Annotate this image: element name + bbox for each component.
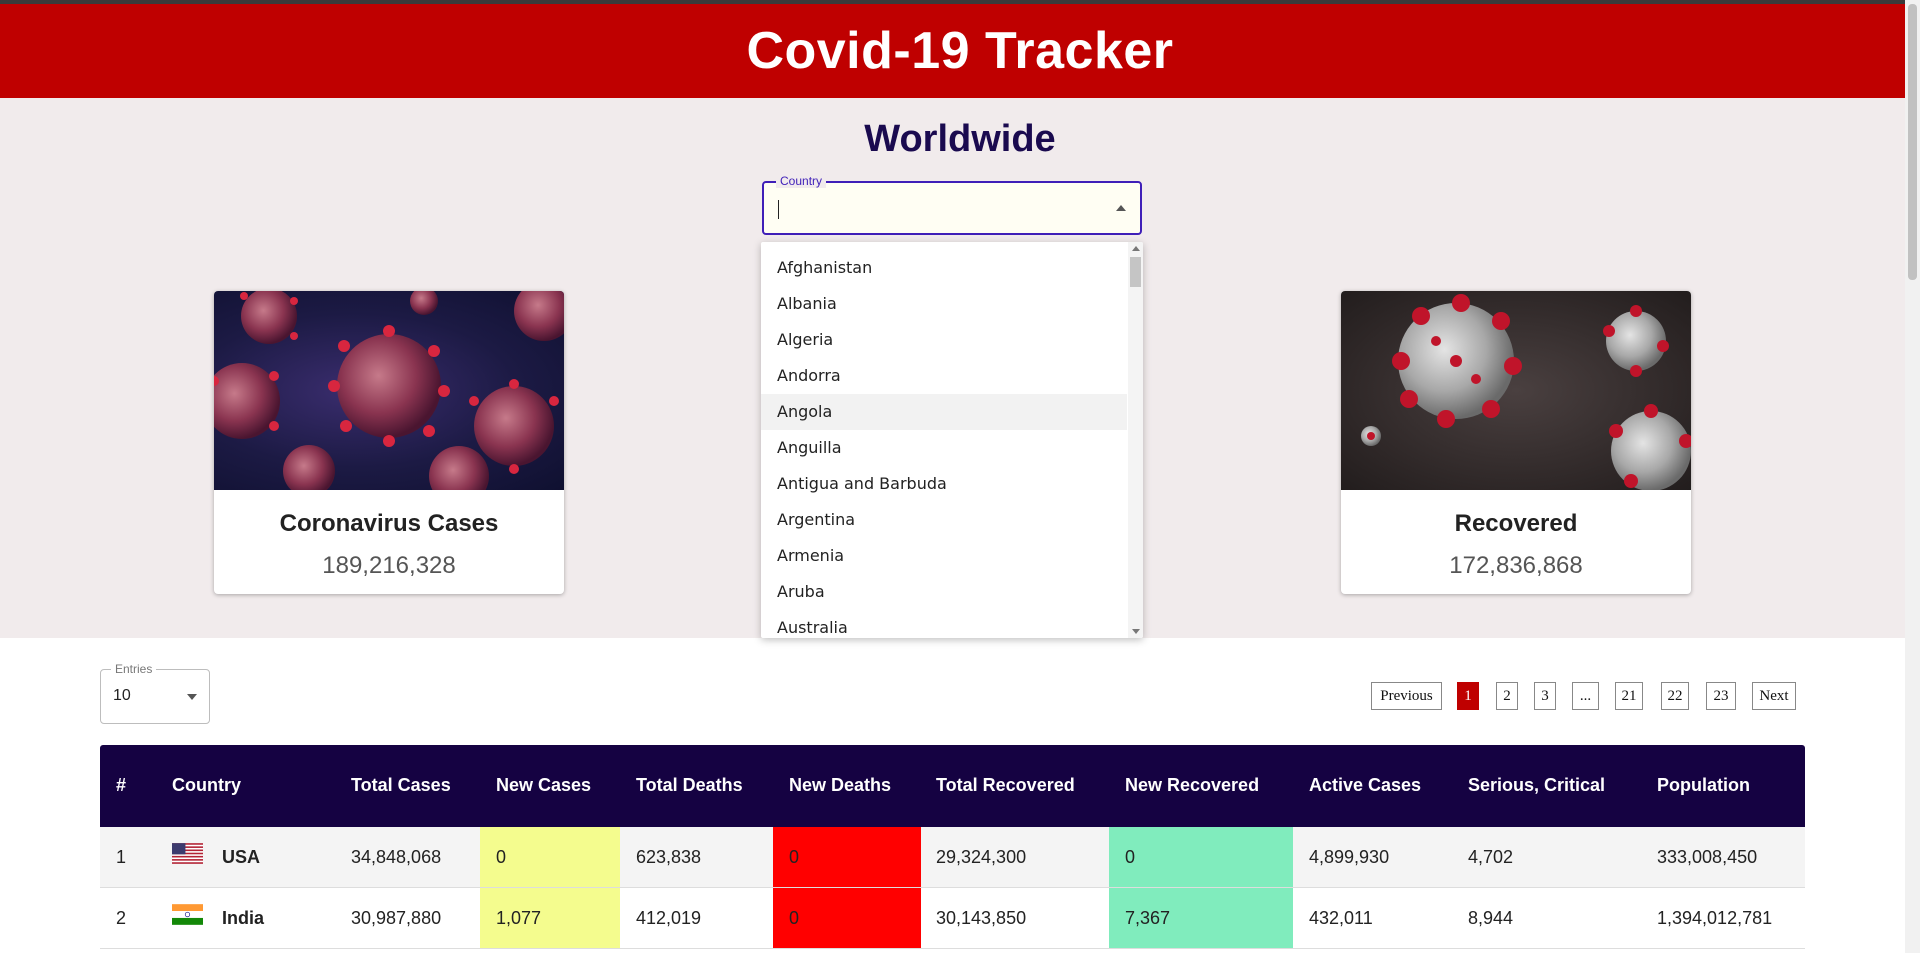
table-row: 2 India 30,987,880 1,077 412,019 0 30,14… (100, 888, 1805, 949)
rank-cell: 1 (116, 847, 127, 867)
cases-card-value: 189,216,328 (322, 552, 456, 579)
page-button-1[interactable]: 1 (1457, 682, 1479, 710)
country-option[interactable]: Afghanistan (761, 250, 1127, 286)
country-option[interactable]: Aruba (761, 574, 1127, 610)
coronavirus-cases-image (214, 291, 564, 490)
total-cases-cell: 34,848,068 (351, 847, 442, 867)
column-header-country[interactable]: Country (172, 775, 241, 796)
new-cases-cell: 1,077 (480, 888, 620, 948)
app-title: Covid-19 Tracker (746, 22, 1174, 80)
page-scrollbar[interactable] (1905, 0, 1920, 953)
page-scroll-thumb[interactable] (1908, 4, 1917, 280)
chevron-up-icon[interactable] (1116, 205, 1126, 211)
new-recovered-cell: 0 (1109, 827, 1293, 887)
active-cases-cell: 432,011 (1309, 908, 1373, 928)
page-button-3[interactable]: 3 (1534, 682, 1556, 710)
serious-critical-cell: 8,944 (1468, 908, 1514, 928)
page-button-2[interactable]: 2 (1496, 682, 1518, 710)
population-cell: 333,008,450 (1657, 847, 1758, 867)
text-cursor (778, 200, 779, 219)
recovered-card-value: 172,836,868 (1449, 552, 1583, 579)
virus-illustration (214, 291, 564, 490)
column-header-new-deaths[interactable]: New Deaths (789, 775, 891, 796)
dropdown-scroll-thumb[interactable] (1130, 257, 1141, 287)
country-option-hovered[interactable]: Angola (761, 394, 1127, 430)
recovered-card: Recovered 172,836,868 (1341, 291, 1691, 594)
column-header-serious-critical[interactable]: Serious, Critical (1468, 775, 1605, 796)
usa-flag-icon (172, 843, 203, 864)
entries-select[interactable]: Entries 10 (100, 662, 210, 724)
page-ellipsis[interactable]: ... (1572, 682, 1599, 710)
serious-critical-cell: 4,702 (1468, 847, 1514, 867)
new-deaths-cell: 0 (773, 888, 921, 948)
column-header-new-cases[interactable]: New Cases (496, 775, 591, 796)
page-button-22[interactable]: 22 (1661, 682, 1689, 710)
virus-illustration (1361, 294, 1691, 490)
country-autocomplete[interactable]: Country (762, 174, 1142, 235)
india-flag-icon (172, 904, 203, 925)
table-header: # Country Total Cases New Cases Total De… (100, 745, 1805, 827)
scroll-down-arrow-icon[interactable] (1132, 629, 1140, 634)
new-recovered-cell: 7,367 (1109, 888, 1293, 948)
total-deaths-cell: 623,838 (636, 847, 702, 867)
table-row: 1 USA 34,848,068 0 623,838 0 29,324,300 … (100, 827, 1805, 888)
column-header-active-cases[interactable]: Active Cases (1309, 775, 1421, 796)
entries-value: 10 (113, 687, 131, 704)
page-button-23[interactable]: 23 (1706, 682, 1736, 710)
country-dropdown: Afghanistan Albania Algeria Andorra Ango… (761, 242, 1143, 638)
new-cases-cell: 0 (480, 827, 620, 887)
cases-card-title: Coronavirus Cases (279, 510, 499, 537)
column-header-total-deaths[interactable]: Total Deaths (636, 775, 743, 796)
cases-card: Coronavirus Cases 189,216,328 (214, 291, 564, 594)
country-label: Country (776, 174, 827, 188)
total-recovered-cell: 29,324,300 (936, 847, 1027, 867)
active-cases-cell: 4,899,930 (1309, 847, 1390, 867)
column-header-total-recovered[interactable]: Total Recovered (936, 775, 1075, 796)
chevron-down-icon[interactable] (187, 694, 197, 700)
worldwide-title: Worldwide (864, 118, 1056, 160)
country-option[interactable]: Antigua and Barbuda (761, 466, 1127, 502)
dropdown-scrollbar[interactable] (1128, 242, 1143, 638)
column-header-new-recovered[interactable]: New Recovered (1125, 775, 1259, 796)
country-cell[interactable]: USA (222, 827, 260, 887)
recovered-image (1341, 291, 1691, 490)
country-options-list: Afghanistan Albania Algeria Andorra Ango… (761, 250, 1127, 638)
total-recovered-cell: 30,143,850 (936, 908, 1027, 928)
country-option[interactable]: Anguilla (761, 430, 1127, 466)
country-option[interactable]: Albania (761, 286, 1127, 322)
rank-cell: 2 (116, 908, 127, 928)
app-header: Covid-19 Tracker (0, 4, 1920, 98)
entries-label: Entries (111, 662, 157, 676)
country-input[interactable] (776, 195, 1100, 223)
total-deaths-cell: 412,019 (636, 908, 702, 928)
previous-page-button[interactable]: Previous (1371, 682, 1442, 710)
recovered-card-title: Recovered (1454, 510, 1578, 537)
column-header-population[interactable]: Population (1657, 775, 1750, 796)
next-page-button[interactable]: Next (1752, 682, 1796, 710)
country-option[interactable]: Algeria (761, 322, 1127, 358)
scroll-up-arrow-icon[interactable] (1132, 246, 1140, 251)
country-option[interactable]: Armenia (761, 538, 1127, 574)
country-option[interactable]: Australia (761, 610, 1127, 638)
population-cell: 1,394,012,781 (1657, 908, 1773, 928)
page-button-21[interactable]: 21 (1615, 682, 1643, 710)
country-cell[interactable]: India (222, 888, 264, 948)
column-header-rank[interactable]: # (116, 775, 126, 796)
country-option[interactable]: Argentina (761, 502, 1127, 538)
column-header-total-cases[interactable]: Total Cases (351, 775, 451, 796)
new-deaths-cell: 0 (773, 827, 921, 887)
country-option[interactable]: Andorra (761, 358, 1127, 394)
total-cases-cell: 30,987,880 (351, 908, 442, 928)
